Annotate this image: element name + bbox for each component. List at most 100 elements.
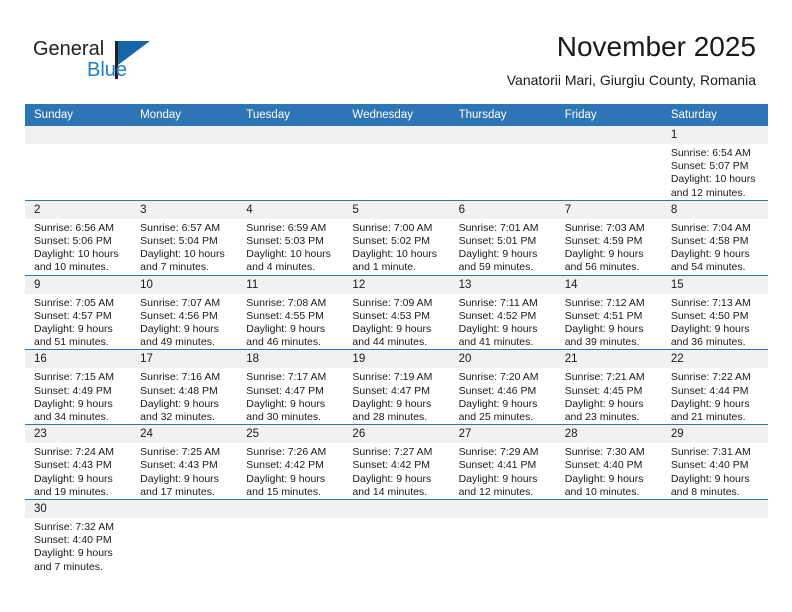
sunrise-text: Sunrise: 7:25 AM bbox=[140, 446, 221, 459]
calendar-day-cell[interactable]: 4 Sunrise: 6:59 AM Sunset: 5:03 PM Daylight… bbox=[237, 199, 344, 276]
calendar-day-cell[interactable]: 28 Sunrise: 7:30 AM Sunset: 4:40 PM Dayligh… bbox=[555, 424, 662, 500]
calendar-day-cell-empty bbox=[555, 499, 662, 574]
day-details: Sunrise: 7:31 AM Sunset: 4:40 PM Daylight:… bbox=[662, 443, 768, 499]
day-details: Sunrise: 7:15 AM Sunset: 4:49 PM Daylight:… bbox=[25, 368, 131, 424]
day-number: 17 bbox=[131, 350, 238, 369]
calendar-day-cell[interactable]: 23 Sunrise: 7:24 AM Sunset: 4:43 PM Dayligh… bbox=[25, 424, 132, 500]
sunrise-text: Sunrise: 7:05 AM bbox=[34, 296, 114, 309]
calendar-day-cell[interactable]: 14 Sunrise: 7:12 AM Sunset: 4:51 PM Dayligh… bbox=[555, 274, 662, 350]
logo-text-blue: Blue bbox=[87, 59, 128, 81]
weekday-header-friday: Friday bbox=[555, 104, 662, 126]
sunset-text: Sunset: 5:02 PM bbox=[352, 235, 431, 248]
calendar-week-row: 9 Sunrise: 7:05 AM Sunset: 4:57 PM Daylight… bbox=[25, 274, 768, 350]
daylight-text: Daylight: 9 hours and 23 minutes. bbox=[564, 397, 644, 424]
sunrise-text: Sunrise: 7:13 AM bbox=[670, 296, 751, 309]
day-number: 6 bbox=[449, 201, 556, 219]
weekday-header-thursday: Thursday bbox=[449, 104, 556, 126]
day-number: 18 bbox=[237, 350, 344, 369]
day-details: Sunrise: 7:21 AM Sunset: 4:45 PM Daylight:… bbox=[556, 368, 662, 424]
day-number bbox=[343, 500, 450, 519]
sunrise-text: Sunrise: 7:03 AM bbox=[564, 221, 645, 234]
page-subtitle: Vanatorii Mari, Giurgiu County, Romania bbox=[506, 72, 756, 88]
calendar-day-cell[interactable]: 5 Sunrise: 7:00 AM Sunset: 5:02 PM Daylight… bbox=[343, 199, 450, 276]
sunset-text: Sunset: 5:01 PM bbox=[458, 235, 537, 248]
calendar-table: Sunday Monday Tuesday Wednesday Thursday… bbox=[25, 104, 768, 574]
calendar-day-cell[interactable]: 17 Sunrise: 7:16 AM Sunset: 4:48 PM Dayligh… bbox=[131, 349, 238, 425]
day-details: Sunrise: 7:24 AM Sunset: 4:43 PM Daylight:… bbox=[25, 443, 131, 499]
sunrise-text: Sunrise: 7:07 AM bbox=[140, 296, 221, 309]
daylight-text: Daylight: 9 hours and 32 minutes. bbox=[140, 397, 219, 424]
calendar-day-cell[interactable]: 20 Sunrise: 7:20 AM Sunset: 4:46 PM Dayligh… bbox=[449, 349, 556, 425]
calendar-day-cell[interactable]: 18 Sunrise: 7:17 AM Sunset: 4:47 PM Dayligh… bbox=[237, 349, 344, 425]
day-number: 15 bbox=[661, 276, 768, 294]
daylight-text: Daylight: 10 hours and 4 minutes. bbox=[246, 248, 331, 274]
calendar-day-cell[interactable]: 13 Sunrise: 7:11 AM Sunset: 4:52 PM Dayligh… bbox=[449, 274, 556, 350]
calendar-day-cell[interactable]: 21 Sunrise: 7:21 AM Sunset: 4:45 PM Dayligh… bbox=[555, 349, 662, 425]
calendar-day-cell[interactable]: 7 Sunrise: 7:03 AM Sunset: 4:59 PM Daylight… bbox=[555, 199, 662, 276]
calendar-day-cell[interactable]: 24 Sunrise: 7:25 AM Sunset: 4:43 PM Dayligh… bbox=[131, 424, 238, 500]
daylight-text: Daylight: 9 hours and 21 minutes. bbox=[670, 397, 750, 424]
day-details: Sunrise: 7:20 AM Sunset: 4:46 PM Daylight:… bbox=[450, 368, 556, 424]
calendar-day-cell[interactable]: 11 Sunrise: 7:08 AM Sunset: 4:55 PM Dayligh… bbox=[237, 274, 344, 350]
day-number: 22 bbox=[661, 350, 768, 369]
sunset-text: Sunset: 4:49 PM bbox=[34, 384, 112, 397]
sunset-text: Sunset: 4:46 PM bbox=[458, 384, 537, 397]
calendar-day-cell[interactable]: 8 Sunrise: 7:04 AM Sunset: 4:58 PM Daylight… bbox=[661, 199, 768, 276]
sunset-text: Sunset: 5:07 PM bbox=[670, 160, 749, 173]
calendar-day-cell[interactable]: 30 Sunrise: 7:32 AM Sunset: 4:40 PM Dayligh… bbox=[25, 499, 132, 574]
day-number: 1 bbox=[661, 126, 768, 144]
weekday-header-saturday: Saturday bbox=[661, 104, 768, 126]
calendar-week-row: 2 Sunrise: 6:56 AM Sunset: 5:06 PM Daylight… bbox=[25, 199, 768, 276]
sunset-text: Sunset: 4:42 PM bbox=[352, 459, 431, 472]
day-details: Sunrise: 7:11 AM Sunset: 4:52 PM Daylight:… bbox=[450, 294, 556, 350]
calendar-day-cell[interactable]: 9 Sunrise: 7:05 AM Sunset: 4:57 PM Daylight… bbox=[25, 274, 132, 350]
calendar-day-cell[interactable]: 1 Sunrise: 6:54 AM Sunset: 5:07 PM Daylight… bbox=[661, 126, 768, 201]
sunset-text: Sunset: 4:58 PM bbox=[670, 235, 749, 248]
day-number: 20 bbox=[449, 350, 556, 369]
calendar-day-cell[interactable]: 19 Sunrise: 7:19 AM Sunset: 4:47 PM Dayligh… bbox=[343, 349, 450, 425]
weekday-header-row: Sunday Monday Tuesday Wednesday Thursday… bbox=[25, 104, 768, 126]
sunrise-text: Sunrise: 7:17 AM bbox=[246, 371, 327, 384]
daylight-text: Daylight: 10 hours and 10 minutes. bbox=[34, 248, 119, 274]
day-number: 27 bbox=[449, 425, 556, 444]
day-number: 21 bbox=[555, 350, 662, 369]
daylight-text: Daylight: 9 hours and 46 minutes. bbox=[246, 323, 326, 349]
day-number: 3 bbox=[131, 201, 238, 219]
day-details: Sunrise: 7:01 AM Sunset: 5:01 PM Daylight:… bbox=[450, 219, 556, 275]
calendar-day-cell[interactable]: 3 Sunrise: 6:57 AM Sunset: 5:04 PM Daylight… bbox=[131, 199, 238, 276]
sunrise-text: Sunrise: 6:54 AM bbox=[670, 147, 751, 159]
calendar-day-cell-empty bbox=[449, 126, 556, 201]
weekday-header-wednesday: Wednesday bbox=[343, 104, 450, 126]
day-details: Sunrise: 7:07 AM Sunset: 4:56 PM Daylight:… bbox=[131, 294, 237, 350]
day-details: Sunrise: 7:17 AM Sunset: 4:47 PM Daylight:… bbox=[237, 368, 343, 424]
day-details: Sunrise: 7:22 AM Sunset: 4:44 PM Daylight:… bbox=[662, 368, 768, 424]
calendar-week-row: 1 Sunrise: 6:54 AM Sunset: 5:07 PM Daylight… bbox=[25, 126, 768, 201]
calendar-day-cell[interactable]: 12 Sunrise: 7:09 AM Sunset: 4:53 PM Dayligh… bbox=[343, 274, 450, 350]
calendar-day-cell[interactable]: 10 Sunrise: 7:07 AM Sunset: 4:56 PM Dayligh… bbox=[131, 274, 238, 350]
day-number: 4 bbox=[237, 201, 344, 219]
calendar-day-cell[interactable]: 25 Sunrise: 7:26 AM Sunset: 4:42 PM Dayligh… bbox=[237, 424, 344, 500]
day-number: 16 bbox=[25, 350, 132, 369]
calendar-day-cell[interactable]: 22 Sunrise: 7:22 AM Sunset: 4:44 PM Dayligh… bbox=[661, 349, 768, 425]
calendar-day-cell[interactable]: 2 Sunrise: 6:56 AM Sunset: 5:06 PM Daylight… bbox=[25, 199, 132, 276]
calendar-day-cell[interactable]: 6 Sunrise: 7:01 AM Sunset: 5:01 PM Daylight… bbox=[449, 199, 556, 276]
day-number: 30 bbox=[25, 500, 132, 519]
day-details: Sunrise: 7:12 AM Sunset: 4:51 PM Daylight:… bbox=[556, 294, 662, 350]
day-number bbox=[449, 126, 556, 144]
calendar-day-cell[interactable]: 29 Sunrise: 7:31 AM Sunset: 4:40 PM Dayligh… bbox=[661, 424, 768, 500]
page-header: General Blue November 2025 Vanatorii Mar… bbox=[0, 0, 792, 100]
day-details: Sunrise: 7:25 AM Sunset: 4:43 PM Daylight:… bbox=[131, 443, 237, 499]
calendar-day-cell[interactable]: 16 Sunrise: 7:15 AM Sunset: 4:49 PM Dayligh… bbox=[25, 349, 132, 425]
general-blue-logo[interactable]: General Blue bbox=[33, 38, 163, 88]
day-details: Sunrise: 7:27 AM Sunset: 4:42 PM Daylight:… bbox=[343, 443, 449, 499]
calendar-day-cell[interactable]: 27 Sunrise: 7:29 AM Sunset: 4:41 PM Dayligh… bbox=[449, 424, 556, 500]
calendar-day-cell[interactable]: 26 Sunrise: 7:27 AM Sunset: 4:42 PM Dayligh… bbox=[343, 424, 450, 500]
sunset-text: Sunset: 5:03 PM bbox=[246, 235, 324, 248]
daylight-text: Daylight: 9 hours and 19 minutes. bbox=[34, 472, 113, 498]
day-number bbox=[555, 500, 662, 519]
day-details: Sunrise: 7:13 AM Sunset: 4:50 PM Daylight:… bbox=[662, 294, 768, 350]
calendar-day-cell-empty bbox=[237, 499, 344, 574]
calendar-day-cell[interactable]: 15 Sunrise: 7:13 AM Sunset: 4:50 PM Dayligh… bbox=[661, 274, 768, 350]
calendar-header: Sunday Monday Tuesday Wednesday Thursday… bbox=[25, 104, 768, 126]
daylight-text: Daylight: 9 hours and 8 minutes. bbox=[670, 472, 750, 498]
